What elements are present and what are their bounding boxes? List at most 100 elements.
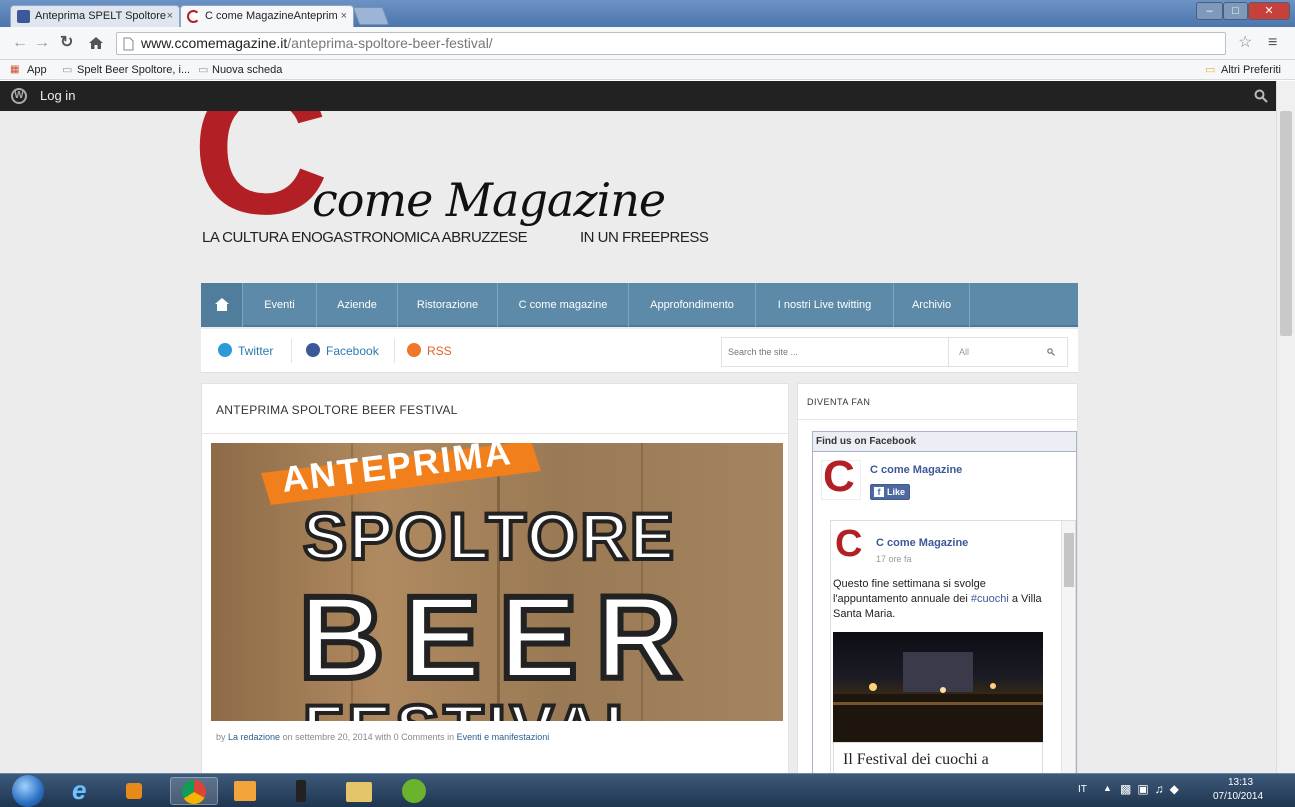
apps-grid-icon[interactable]: ▦	[10, 61, 19, 79]
media-player-icon[interactable]	[112, 777, 160, 805]
tab-title: C come MagazineAnteprim	[205, 10, 338, 22]
reload-icon[interactable]: ↻	[60, 35, 73, 51]
folder-glyph	[346, 782, 372, 802]
minimize-button[interactable]: –	[1196, 2, 1223, 20]
tagline-right: IN UN FREEPRESS	[580, 229, 709, 246]
search-icon[interactable]	[1254, 89, 1268, 103]
nav-ristorazione[interactable]: Ristorazione	[398, 283, 498, 327]
back-arrow-icon[interactable]: ←	[12, 35, 28, 51]
nav-live-twitting[interactable]: I nostri Live twitting	[756, 283, 894, 327]
nav-home[interactable]	[201, 283, 243, 327]
facebook-label: Facebook	[326, 344, 379, 358]
menu-icon[interactable]: ≡	[1268, 35, 1277, 51]
scroll-thumb[interactable]	[1064, 533, 1074, 587]
login-link[interactable]: Log in	[40, 81, 75, 111]
page-icon	[123, 37, 134, 51]
start-button[interactable]	[12, 775, 44, 807]
close-window-button[interactable]: ✕	[1248, 2, 1290, 20]
search-input[interactable]	[722, 338, 947, 366]
facebook-post: C C come Magazine 17 ore fa Questo fine …	[830, 520, 1076, 773]
forward-arrow-icon[interactable]: →	[34, 35, 50, 51]
featured-image[interactable]: ANTEPRIMA SPOLTORE BEER FESTIVAL	[211, 443, 783, 721]
facebook-like-box: Find us on Facebook C C come Magazine f …	[812, 431, 1077, 773]
maximize-button[interactable]: □	[1223, 2, 1248, 20]
tray-arrow-icon[interactable]: ▲	[1103, 783, 1112, 793]
nav-eventi[interactable]: Eventi	[243, 283, 317, 327]
clock-date[interactable]: 07/10/2014	[1213, 791, 1263, 802]
avatar-letter: C	[835, 523, 863, 565]
post-link-card[interactable]: Il Festival dei cuochi a	[833, 742, 1043, 773]
site-logo[interactable]: C come Magazine LA CULTURA ENOGASTRONOMI…	[192, 111, 800, 281]
wordpress-logo-icon[interactable]: W	[11, 88, 27, 104]
bookmark-page-icon: ▭	[62, 64, 73, 76]
page-content: C come Magazine LA CULTURA ENOGASTRONOMI…	[0, 111, 1276, 773]
search-icon[interactable]	[1047, 348, 1055, 356]
post-photo[interactable]	[833, 632, 1043, 742]
other-bookmarks[interactable]: Altri Preferiti	[1221, 61, 1281, 79]
ccome-favicon-icon	[187, 10, 200, 23]
bookmark-spelt[interactable]: Spelt Beer Spoltore, i...	[77, 61, 190, 79]
tab-close-icon[interactable]: ×	[341, 6, 347, 26]
spotify-glyph	[402, 779, 426, 803]
social-search-bar: Twitter Facebook RSS All	[201, 329, 1078, 373]
url-host: www.ccomemagazine.it	[141, 35, 288, 51]
nav-ccome-magazine[interactable]: C come magazine	[498, 283, 629, 327]
internet-explorer-icon[interactable]: e	[60, 775, 108, 805]
facebook-like-button[interactable]: f Like	[870, 484, 910, 500]
bookmarks-bar: ▦ App ▭ Spelt Beer Spoltore, i... ▭ Nuov…	[0, 60, 1295, 80]
bookmark-app[interactable]: App	[27, 61, 47, 79]
chrome-icon[interactable]	[170, 777, 218, 805]
tab-anteprima-spelt[interactable]: Anteprima SPELT Spoltore ×	[10, 5, 180, 27]
language-indicator[interactable]: IT	[1078, 784, 1087, 795]
post-author[interactable]: C come Magazine	[876, 537, 968, 549]
spotify-icon[interactable]	[390, 777, 438, 805]
twitter-link[interactable]: Twitter	[218, 343, 273, 359]
logo-script: come Magazine	[312, 173, 666, 227]
link-title: Il Festival dei cuochi a	[843, 751, 989, 768]
facebook-icon	[306, 343, 320, 357]
twitter-label: Twitter	[238, 344, 274, 358]
category-link[interactable]: Eventi e manifestazioni	[457, 732, 550, 742]
page-scrollbar[interactable]	[1276, 81, 1295, 773]
search-scope-select[interactable]: All	[948, 338, 1038, 366]
tab-ccome-magazine[interactable]: C come MagazineAnteprim ×	[180, 5, 354, 27]
nav-archivio[interactable]: Archivio	[894, 283, 970, 327]
post-scrollbar[interactable]	[1061, 521, 1075, 773]
wordpress-admin-bar: W Log in	[0, 81, 1276, 111]
tray-icons[interactable]: ▩▣♫◆	[1120, 782, 1185, 796]
article-title: ANTEPRIMA SPOLTORE BEER FESTIVAL	[216, 403, 458, 417]
app-icon[interactable]	[278, 777, 326, 805]
author-link[interactable]: La redazione	[228, 732, 280, 742]
outlook-glyph	[234, 781, 256, 801]
browser-tab-strip: Anteprima SPELT Spoltore × C come Magazi…	[0, 0, 1295, 27]
file-explorer-icon[interactable]	[336, 777, 384, 805]
facebook-page-name[interactable]: C come Magazine	[870, 464, 962, 476]
post-time[interactable]: 17 ore fa	[876, 554, 912, 564]
sidebar: DIVENTA FAN Find us on Facebook C C come…	[797, 383, 1078, 773]
address-bar[interactable]: www.ccomemagazine.it/anteprima-spoltore-…	[116, 32, 1226, 55]
outlook-icon[interactable]	[222, 777, 270, 805]
site-search: All	[721, 337, 1068, 367]
post-avatar[interactable]: C	[835, 525, 869, 563]
scroll-thumb[interactable]	[1280, 111, 1292, 336]
nav-aziende[interactable]: Aziende	[317, 283, 398, 327]
rss-icon	[407, 343, 421, 357]
bookmark-star-icon[interactable]: ☆	[1238, 35, 1252, 51]
page-avatar[interactable]: C	[821, 455, 861, 500]
divider	[291, 339, 292, 363]
rss-link[interactable]: RSS	[407, 343, 452, 359]
divider	[394, 339, 395, 363]
bookmark-nuova-scheda[interactable]: Nuova scheda	[212, 61, 282, 79]
ie-glyph: e	[72, 775, 87, 805]
nav-approfondimento[interactable]: Approfondimento	[629, 283, 756, 327]
tab-title: Anteprima SPELT Spoltore	[35, 10, 167, 22]
home-icon[interactable]	[88, 36, 104, 50]
tab-close-icon[interactable]: ×	[167, 6, 173, 26]
app-glyph	[296, 780, 306, 802]
new-tab-button[interactable]	[352, 7, 390, 25]
poster-word-spoltore: SPOLTORE	[301, 497, 676, 575]
bookmark-page-icon: ▭	[198, 64, 209, 76]
facebook-link[interactable]: Facebook	[306, 343, 379, 359]
hashtag-link[interactable]: #cuochi	[971, 593, 1009, 605]
clock-time[interactable]: 13:13	[1228, 777, 1253, 788]
